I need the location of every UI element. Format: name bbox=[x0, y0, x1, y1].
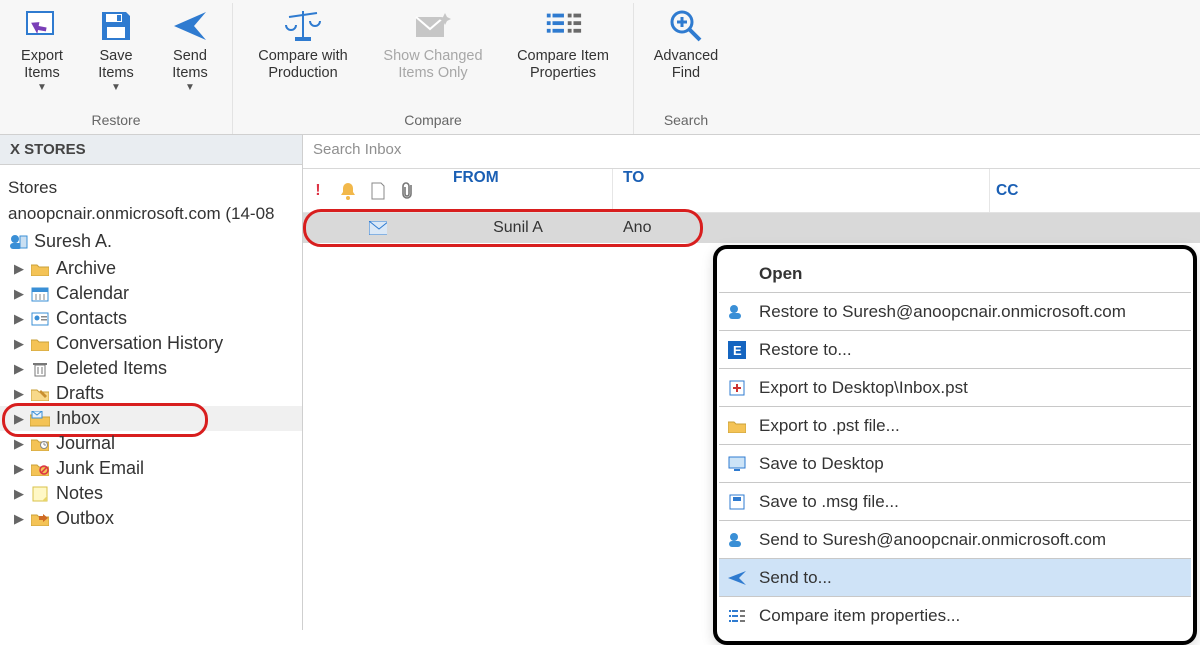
mail-item-icon bbox=[363, 221, 393, 235]
chevron-down-icon: ▼ bbox=[111, 82, 121, 93]
user-label: Suresh A. bbox=[34, 231, 112, 252]
exchange-icon: E bbox=[725, 341, 749, 359]
ribbon: Export Items ▼ Save Items ▼ Send Items ▼… bbox=[0, 0, 1200, 135]
contacts-icon bbox=[30, 310, 50, 328]
ribbon-group-title-search: Search bbox=[664, 112, 708, 128]
svg-text:E: E bbox=[733, 343, 742, 358]
menu-restore-to-address[interactable]: Restore to Suresh@anoopcnair.onmicrosoft… bbox=[719, 293, 1191, 331]
col-importance[interactable]: ! bbox=[303, 182, 333, 200]
paperclip-icon bbox=[401, 181, 415, 201]
folder-inbox[interactable]: ▶ Inbox bbox=[0, 406, 302, 431]
restore-user-icon bbox=[725, 303, 749, 321]
stores-label: Stores bbox=[0, 175, 302, 201]
advanced-find-label: Advanced Find bbox=[654, 48, 719, 82]
menu-save-to-msg[interactable]: Save to .msg file... bbox=[719, 483, 1191, 521]
folder-conversation-history[interactable]: ▶Conversation History bbox=[0, 331, 302, 356]
folder-archive[interactable]: ▶Archive bbox=[0, 256, 302, 281]
send-icon bbox=[170, 5, 210, 47]
compare-item-properties-label: Compare Item Properties bbox=[517, 48, 609, 82]
nav-pane: X STORES Stores anoopcnair.onmicrosoft.c… bbox=[0, 135, 303, 630]
account-name[interactable]: anoopcnair.onmicrosoft.com (14-08 bbox=[0, 201, 302, 227]
folder-icon bbox=[30, 335, 50, 353]
compare-item-properties-button[interactable]: Compare Item Properties bbox=[499, 3, 627, 82]
export-items-label: Export Items bbox=[21, 48, 63, 82]
folder-journal[interactable]: ▶Journal bbox=[0, 431, 302, 456]
save-items-label: Save Items bbox=[98, 48, 133, 82]
save-file-icon bbox=[725, 493, 749, 511]
folder-outbox[interactable]: ▶Outbox bbox=[0, 506, 302, 531]
bell-icon bbox=[339, 181, 357, 201]
menu-open[interactable]: Open bbox=[719, 255, 1191, 293]
notes-icon bbox=[30, 485, 50, 503]
export-file-icon bbox=[725, 379, 749, 397]
export-items-button[interactable]: Export Items ▼ bbox=[6, 3, 78, 93]
chevron-down-icon: ▼ bbox=[37, 82, 47, 93]
col-attachment[interactable] bbox=[393, 181, 423, 201]
search-input[interactable]: Search Inbox bbox=[303, 135, 1200, 169]
mail-sparkle-icon bbox=[413, 5, 453, 47]
col-icon[interactable] bbox=[363, 182, 393, 200]
menu-send-to-address[interactable]: Send to Suresh@anoopcnair.onmicrosoft.co… bbox=[719, 521, 1191, 559]
folder-contacts[interactable]: ▶Contacts bbox=[0, 306, 302, 331]
mail-row[interactable]: Sunil A Ano bbox=[303, 213, 1200, 243]
send-icon bbox=[725, 570, 749, 586]
drafts-icon bbox=[30, 385, 50, 403]
nav-header: X STORES bbox=[0, 135, 302, 165]
folder-icon bbox=[725, 419, 749, 433]
compare-with-production-button[interactable]: Compare with Production bbox=[239, 3, 367, 82]
ribbon-group-compare: Compare with Production Show Changed Ite… bbox=[233, 3, 634, 134]
col-cc[interactable]: CC bbox=[990, 182, 1200, 200]
menu-export-to-pst[interactable]: Export to .pst file... bbox=[719, 407, 1191, 445]
ribbon-group-search: Advanced Find Search bbox=[634, 3, 738, 134]
menu-compare-item-properties[interactable]: Compare item properties... bbox=[719, 597, 1191, 635]
ribbon-group-title-restore: Restore bbox=[91, 112, 140, 128]
page-icon bbox=[371, 182, 385, 200]
context-menu: Open Restore to Suresh@anoopcnair.onmicr… bbox=[713, 245, 1197, 645]
save-items-button[interactable]: Save Items ▼ bbox=[80, 3, 152, 93]
menu-send-to[interactable]: Send to... bbox=[719, 559, 1191, 597]
ribbon-group-title-compare: Compare bbox=[404, 112, 462, 128]
mail-row-to: Ano bbox=[613, 219, 1200, 237]
folder-junk-email[interactable]: ▶Junk Email bbox=[0, 456, 302, 481]
properties-icon bbox=[543, 5, 583, 47]
scales-icon bbox=[283, 5, 323, 47]
show-changed-items-label: Show Changed Items Only bbox=[383, 48, 482, 82]
user-icon bbox=[8, 233, 28, 251]
ribbon-group-restore: Export Items ▼ Save Items ▼ Send Items ▼… bbox=[0, 3, 233, 134]
send-items-button[interactable]: Send Items ▼ bbox=[154, 3, 226, 93]
trash-icon bbox=[30, 360, 50, 378]
folder-drafts[interactable]: ▶Drafts bbox=[0, 381, 302, 406]
save-desktop-icon bbox=[725, 456, 749, 472]
properties-icon bbox=[725, 608, 749, 624]
chevron-down-icon: ▼ bbox=[185, 82, 195, 93]
menu-restore-to[interactable]: ERestore to... bbox=[719, 331, 1191, 369]
calendar-icon bbox=[30, 285, 50, 303]
export-icon bbox=[22, 5, 62, 47]
show-changed-items-button: Show Changed Items Only bbox=[369, 3, 497, 82]
col-from[interactable]: FROM bbox=[423, 169, 613, 212]
journal-icon bbox=[30, 435, 50, 453]
menu-save-to-desktop[interactable]: Save to Desktop bbox=[719, 445, 1191, 483]
save-icon bbox=[96, 5, 136, 47]
menu-export-to-path[interactable]: Export to Desktop\Inbox.pst bbox=[719, 369, 1191, 407]
mail-row-from: Sunil A bbox=[423, 219, 613, 237]
user-node[interactable]: Suresh A. bbox=[0, 227, 302, 256]
inbox-icon bbox=[30, 410, 50, 428]
send-items-label: Send Items bbox=[172, 48, 207, 82]
junk-icon bbox=[30, 460, 50, 478]
magnifier-plus-icon bbox=[666, 5, 706, 47]
folder-deleted-items[interactable]: ▶Deleted Items bbox=[0, 356, 302, 381]
advanced-find-button[interactable]: Advanced Find bbox=[640, 3, 732, 82]
column-header-row: ! FROM TO CC bbox=[303, 169, 1200, 213]
importance-icon: ! bbox=[315, 182, 320, 200]
folder-icon bbox=[30, 260, 50, 278]
folder-calendar[interactable]: ▶Calendar bbox=[0, 281, 302, 306]
folder-notes[interactable]: ▶Notes bbox=[0, 481, 302, 506]
send-user-icon bbox=[725, 531, 749, 549]
outbox-icon bbox=[30, 510, 50, 528]
col-reminder[interactable] bbox=[333, 181, 363, 201]
compare-with-production-label: Compare with Production bbox=[258, 48, 347, 82]
col-to[interactable]: TO bbox=[613, 169, 990, 212]
